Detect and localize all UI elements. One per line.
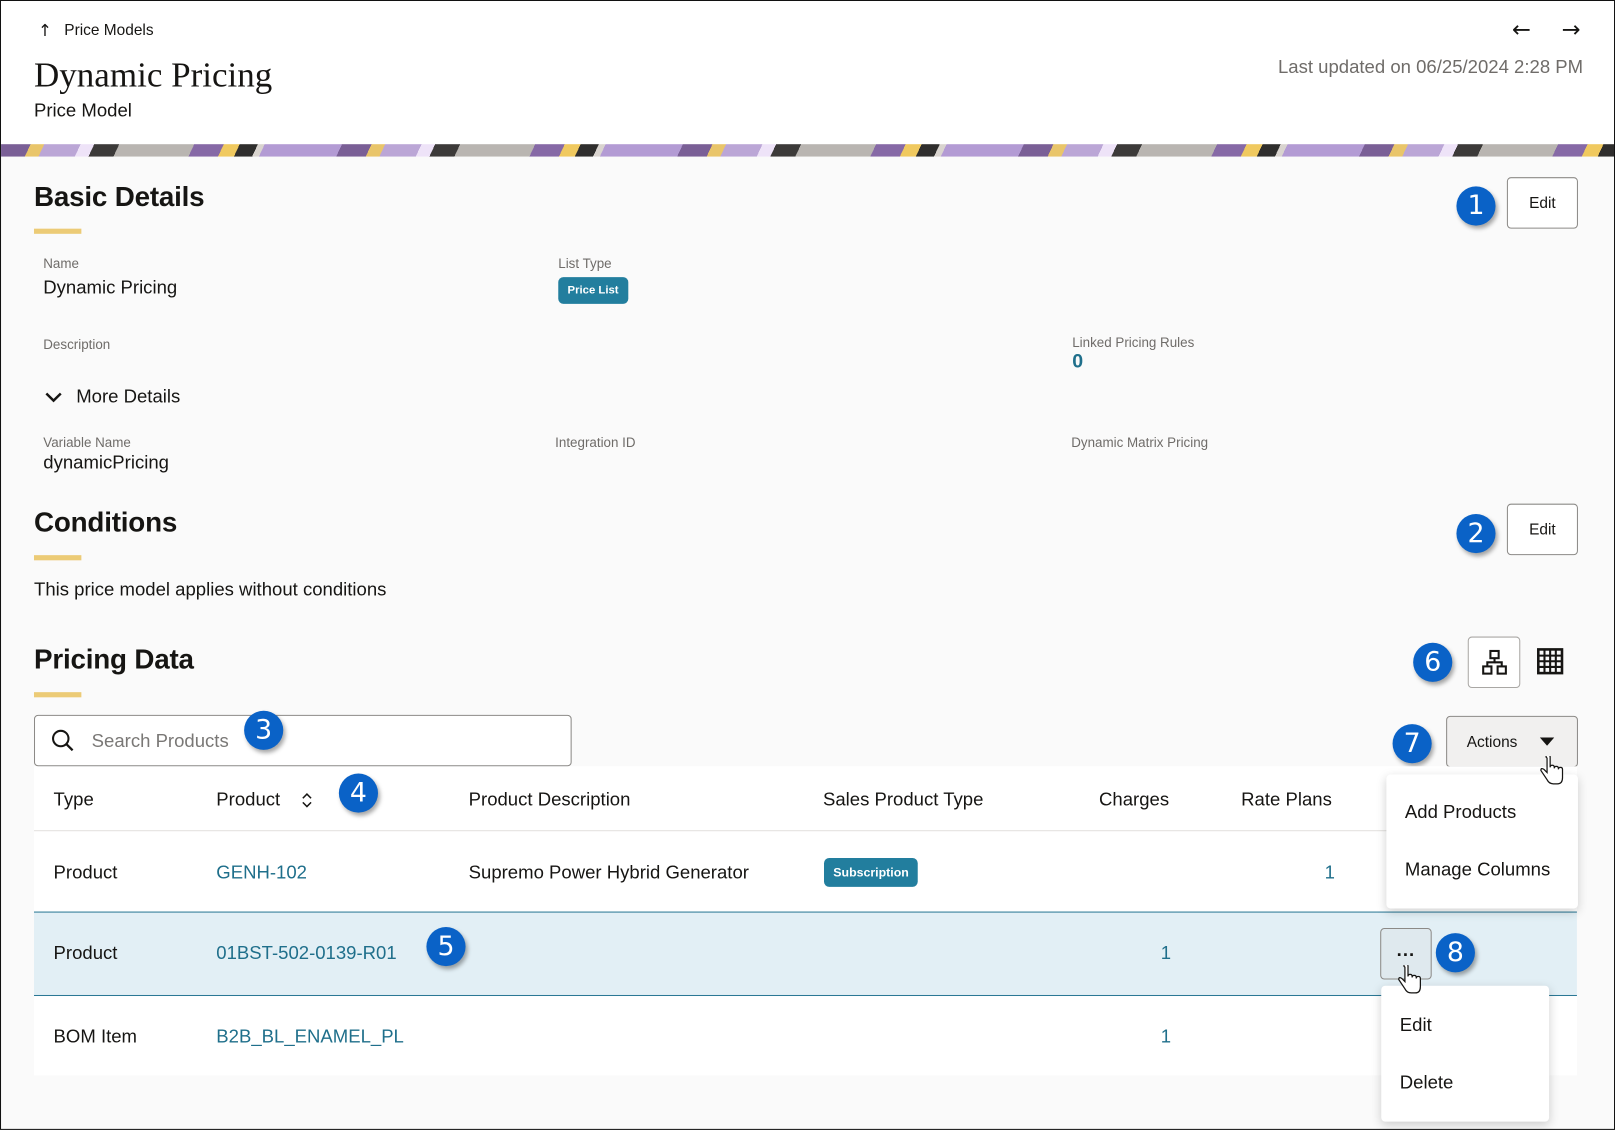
menu-item-manage-columns[interactable]: Manage Columns [1405, 859, 1550, 881]
menu-item-delete[interactable]: Delete [1400, 1072, 1454, 1094]
callout-4: 4 [338, 773, 379, 813]
callout-8: 8 [1435, 933, 1475, 973]
section-accent-bar [33, 692, 82, 698]
grid-table-icon [1537, 648, 1564, 675]
integration-id-label: Integration ID [555, 434, 636, 451]
menu-item-edit[interactable]: Edit [1400, 1015, 1432, 1037]
dynamic-matrix-pricing-label: Dynamic Matrix Pricing [1071, 434, 1209, 451]
hand-pointer-cursor-icon [1398, 965, 1421, 994]
callout-2: 2 [1456, 513, 1496, 554]
next-record-button[interactable]: → [1561, 18, 1580, 44]
cell-product-link[interactable]: B2B_BL_ENAMEL_PL [216, 1026, 404, 1048]
table-row-selected[interactable]: Product 01BST-502-0139-R01 5 1 ... 8 [33, 911, 1577, 997]
conditions-text: This price model applies without conditi… [33, 578, 387, 600]
basic-details-edit-button[interactable]: Edit [1506, 177, 1578, 229]
arrow-right-icon: → [1561, 17, 1581, 44]
callout-5: 5 [426, 927, 466, 967]
conditions-edit-button[interactable]: Edit [1506, 503, 1578, 556]
column-header-sales-product-type: Sales Product Type [822, 788, 984, 810]
search-products-input[interactable] [89, 728, 486, 753]
hierarchy-icon [1481, 649, 1507, 675]
table-row[interactable]: Product GENH-102 Supremo Power Hybrid Ge… [34, 831, 1577, 913]
search-products-field[interactable] [33, 714, 572, 767]
pricing-data-table: Type Product 4 Product Description Sales… [33, 766, 1577, 1078]
table-view-button[interactable] [1537, 648, 1564, 680]
linked-pricing-rules-label: Linked Pricing Rules [1072, 334, 1195, 351]
cell-type: Product [53, 862, 118, 883]
back-link-label: Price Models [64, 21, 154, 40]
cell-rate-plans-link[interactable]: 1 [1325, 862, 1335, 884]
cell-type: Product [53, 942, 118, 964]
cell-charges-link[interactable]: 1 [1161, 942, 1171, 964]
column-header-product-label: Product [216, 788, 281, 810]
callout-3: 3 [244, 710, 284, 750]
section-accent-bar [33, 555, 82, 561]
column-header-rate-plans: Rate Plans [1241, 788, 1332, 810]
cell-product-link[interactable]: 01BST-502-0139-R01 [216, 942, 396, 964]
variable-name-value: dynamicPricing [43, 452, 169, 473]
basic-details-title: Basic Details [33, 181, 205, 213]
column-header-charges: Charges [1099, 788, 1170, 810]
caret-down-icon [1540, 737, 1555, 746]
arrow-left-icon: ← [1512, 17, 1532, 44]
page-subtitle: Price Model [33, 99, 132, 121]
actions-dropdown-menu: Add Products Manage Columns [1386, 774, 1578, 909]
menu-item-add-products[interactable]: Add Products [1405, 801, 1516, 823]
cell-product-link[interactable]: GENH-102 [216, 862, 307, 884]
more-details-label: More Details [76, 386, 181, 407]
page-title: Dynamic Pricing [33, 56, 273, 95]
more-details-toggle[interactable]: More Details [43, 386, 180, 408]
cell-type: BOM Item [53, 1025, 138, 1047]
sort-icon[interactable] [301, 792, 313, 808]
pricing-data-title: Pricing Data [33, 643, 194, 675]
callout-7: 7 [1392, 724, 1432, 764]
column-header-product-description: Product Description [468, 788, 631, 810]
list-type-label: List Type [558, 255, 612, 271]
row-actions-dropdown-menu: Edit Delete [1381, 985, 1550, 1122]
back-to-price-models-link[interactable]: ↑ Price Models [38, 21, 153, 41]
last-updated-timestamp: Last updated on 06/25/2024 2:28 PM [1277, 56, 1584, 78]
decorative-banner [1, 144, 1615, 157]
section-accent-bar [33, 228, 82, 234]
actions-label: Actions [1466, 732, 1518, 751]
column-header-type: Type [53, 788, 94, 810]
sales-product-type-badge: Subscription [824, 857, 919, 887]
variable-name-label: Variable Name [43, 434, 131, 451]
callout-6: 6 [1413, 642, 1453, 682]
table-row[interactable]: BOM Item B2B_BL_ENAMEL_PL 1 [34, 996, 1577, 1078]
name-label: Name [43, 255, 79, 271]
hand-pointer-cursor-icon [1540, 756, 1564, 785]
linked-pricing-rules-count[interactable]: 0 [1072, 351, 1083, 374]
callout-1: 1 [1456, 186, 1496, 226]
cell-charges-link[interactable]: 1 [1161, 1026, 1171, 1048]
hierarchy-view-button[interactable] [1467, 636, 1521, 689]
name-value: Dynamic Pricing [43, 277, 178, 298]
arrow-up-icon: ↑ [38, 20, 52, 41]
previous-record-button[interactable]: ← [1512, 18, 1531, 44]
page: ↑ Price Models Dynamic Pricing Price Mod… [0, 0, 1615, 1130]
conditions-title: Conditions [33, 506, 178, 538]
cell-description: Supremo Power Hybrid Generator [468, 862, 749, 883]
search-icon [52, 729, 74, 752]
column-header-product[interactable]: Product [216, 789, 313, 811]
chevron-down-icon [45, 392, 62, 402]
more-horizontal-icon: ... [1396, 938, 1416, 960]
list-type-badge: Price List [558, 277, 628, 304]
description-label: Description [43, 336, 111, 353]
page-header: ↑ Price Models Dynamic Pricing Price Mod… [1, 1, 1615, 145]
